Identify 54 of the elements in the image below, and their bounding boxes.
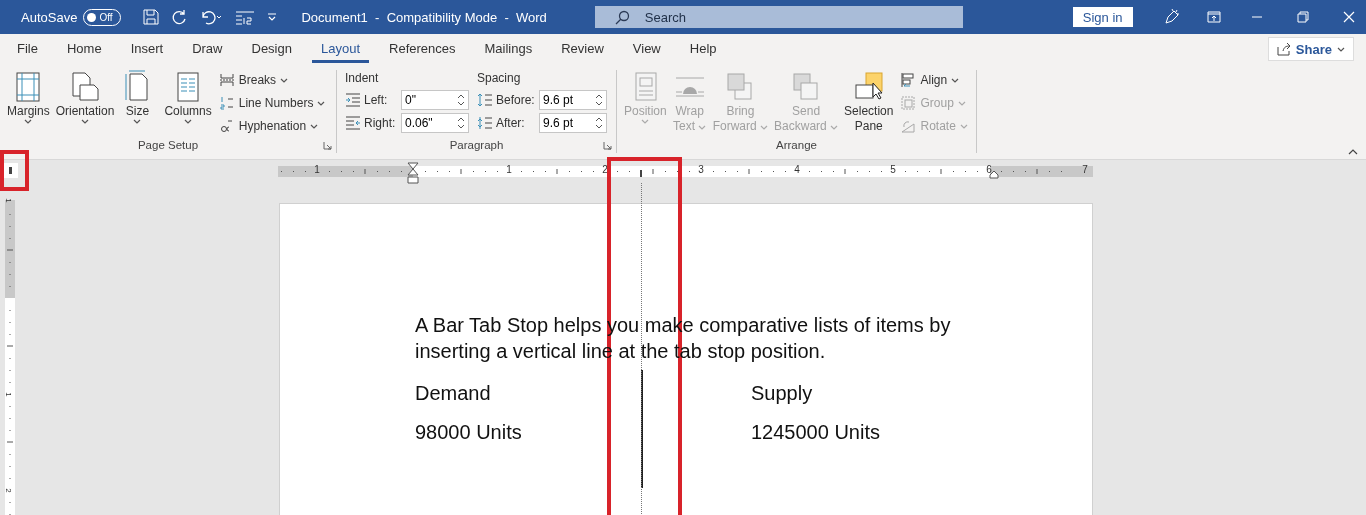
group-heading: Spacing <box>477 70 522 87</box>
ribbon-button[interactable]: Margins <box>4 70 53 139</box>
field-label: Right: <box>364 116 397 130</box>
ribbon-tab[interactable]: File <box>8 35 47 63</box>
ribbon-button[interactable]: Orientation <box>52 70 118 139</box>
ribbon-button[interactable]: Align <box>900 70 968 90</box>
ruler-number: 1 <box>506 164 512 176</box>
ribbon-tab[interactable]: Help <box>680 35 726 63</box>
ruler-number: 4 <box>794 164 800 176</box>
ruler-number: 2 <box>3 488 13 493</box>
ribbon-tab[interactable]: Home <box>57 35 111 63</box>
ribbon-tab[interactable]: View <box>623 35 670 63</box>
document-text: 98000 Units <box>415 421 523 444</box>
document-text: Supply <box>751 382 814 405</box>
field-label: Before: <box>496 93 536 107</box>
ruler-number: 3 <box>698 164 704 176</box>
group-label: Paragraph <box>449 139 504 153</box>
field-label: After: <box>496 116 526 130</box>
ruler-number: 1 <box>3 392 13 397</box>
ribbon-button[interactable]: Size <box>117 70 158 139</box>
spin-field[interactable]: 0" <box>401 90 469 110</box>
ruler-number: 2 <box>602 164 608 176</box>
window-title: Document1 - Compatibility Mode - Word <box>301 9 547 25</box>
document-text: Demand <box>415 382 492 405</box>
group-label: Arrange <box>776 139 817 153</box>
ruler-number: 7 <box>1082 164 1088 176</box>
share-button[interactable]: Share <box>1267 37 1354 61</box>
ribbon-button[interactable]: Selection Pane <box>841 70 897 139</box>
ribbon-button[interactable]: Line Numbers <box>218 93 326 113</box>
spin-field[interactable]: 0.06" <box>401 113 469 133</box>
group-label: Page Setup <box>137 139 199 153</box>
ruler-number: 1 <box>3 198 13 203</box>
ruler-number: 6 <box>986 164 992 176</box>
autosave-label: AutoSave <box>21 9 78 25</box>
ribbon-tab[interactable]: Review <box>552 35 613 63</box>
ribbon-button[interactable]: Breaks <box>218 70 326 90</box>
ribbon-tab[interactable]: References <box>380 35 465 63</box>
spin-field[interactable]: 9.6 pt <box>539 90 607 110</box>
group-heading: Indent <box>345 70 380 87</box>
ribbon-tab[interactable]: Draw <box>183 35 232 63</box>
search-field[interactable]: Search <box>594 6 963 28</box>
ribbon-tab[interactable]: Mailings <box>475 35 542 63</box>
ribbon-tab[interactable]: Design <box>242 35 301 63</box>
horizontal-ruler[interactable]: 1 1 2 3 4 5 6 7 <box>278 166 1093 177</box>
vertical-ruler[interactable]: 1 1 2 <box>5 200 15 515</box>
ribbon-button[interactable]: Columns <box>161 70 215 139</box>
spin-field[interactable]: 9.6 pt <box>539 113 607 133</box>
field-label: Left: <box>364 93 389 107</box>
ribbon-tab[interactable]: Insert <box>121 35 173 63</box>
ruler-number: 1 <box>314 164 320 176</box>
ruler-number: 5 <box>890 164 896 176</box>
ribbon-button[interactable]: Hyphenation <box>218 116 326 136</box>
sign-in-button[interactable]: Sign in <box>1072 7 1133 27</box>
document-text: 1245000 Units <box>751 421 881 444</box>
